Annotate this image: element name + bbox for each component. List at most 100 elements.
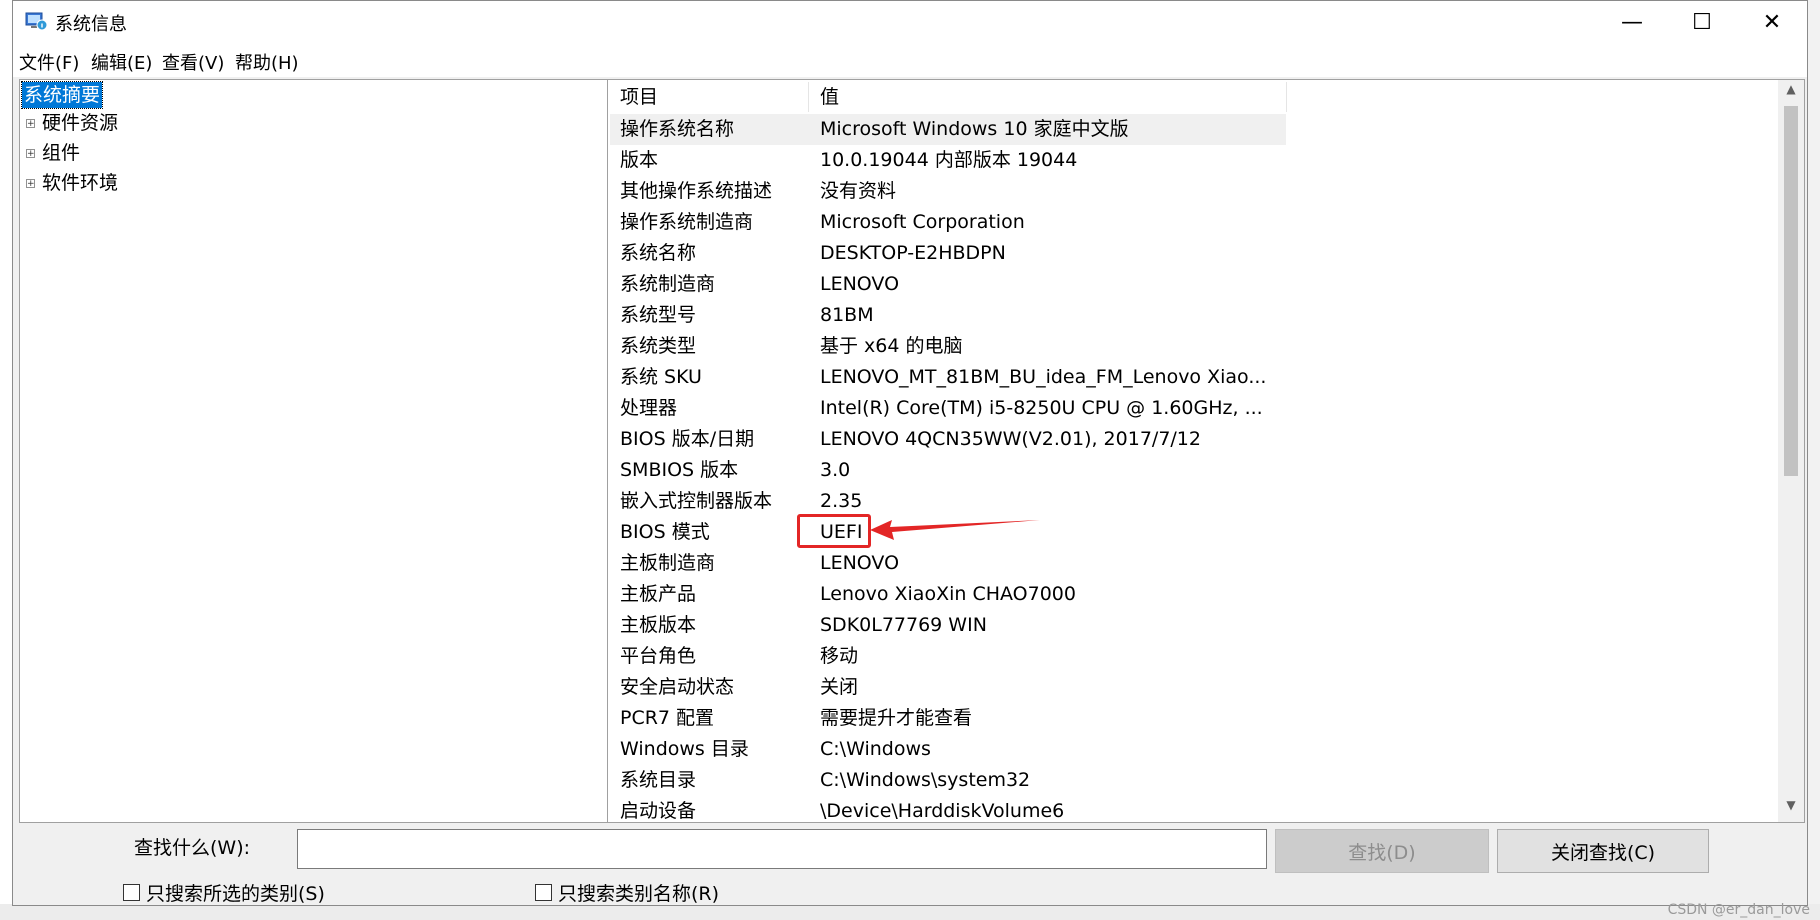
row-item-value: LENOVO — [820, 273, 900, 295]
row-item-name: 系统名称 — [620, 242, 697, 264]
table-row[interactable]: 系统型号 81BM — [610, 300, 1286, 331]
tree-item-components[interactable]: 组件 — [42, 140, 80, 166]
row-item-name: 主板制造商 — [620, 552, 716, 574]
row-item-value: DESKTOP-E2HBDPN — [820, 242, 1006, 264]
watermark: CSDN @er_dan_love — [1667, 902, 1810, 918]
row-item-name: 处理器 — [620, 397, 678, 419]
menu-help[interactable]: 帮助(H) — [235, 49, 299, 75]
scroll-thumb[interactable] — [1784, 106, 1798, 476]
table-row[interactable]: 主板版本 SDK0L77769 WIN — [610, 610, 1286, 641]
row-item-value: 关闭 — [820, 676, 859, 698]
table-row[interactable]: 系统 SKU LENOVO_MT_81BM_BU_idea_FM_Lenovo X… — [610, 362, 1286, 393]
title-bar[interactable]: 系统信息 — ☐ ✕ — [13, 1, 1807, 43]
find-button[interactable]: 查找(D) — [1275, 829, 1489, 873]
table-row[interactable]: 主板制造商 LENOVO — [610, 548, 1286, 579]
row-item-name: 系统 SKU — [620, 366, 702, 388]
row-item-value: 需要提升才能查看 — [820, 707, 973, 729]
row-item-name: 主板产品 — [620, 583, 697, 605]
table-row[interactable]: 主板产品 Lenovo XiaoXin CHAO7000 — [610, 579, 1286, 610]
row-item-name: 主板版本 — [620, 614, 697, 636]
row-item-name: 系统型号 — [620, 304, 697, 326]
expand-icon[interactable]: + — [26, 149, 35, 159]
checkbox[interactable] — [123, 884, 140, 901]
details-list[interactable]: 项目 值 操作系统名称 Microsoft Windows 10 家庭中文版版本 1… — [607, 79, 1805, 823]
category-tree[interactable]: 系统摘要 + 硬件资源 + 组件 + 软件环境 — [19, 79, 609, 823]
row-item-name: 其他操作系统描述 — [620, 180, 773, 202]
row-item-value: Intel(R) Core(TM) i5-8250U CPU @ 1.60GHz… — [820, 397, 1263, 419]
search-category-names-option[interactable]: 只搜索类别名称(R) — [535, 879, 719, 906]
row-item-name: 系统制造商 — [620, 273, 716, 295]
row-item-value: SDK0L77769 WIN — [820, 614, 987, 636]
menu-view[interactable]: 查看(V) — [162, 49, 224, 75]
table-row[interactable]: 其他操作系统描述 没有资料 — [610, 176, 1286, 207]
row-item-name: 操作系统制造商 — [620, 211, 754, 233]
row-item-name: PCR7 配置 — [620, 707, 715, 729]
row-item-name: BIOS 模式 — [620, 521, 710, 543]
table-row[interactable]: 操作系统名称 Microsoft Windows 10 家庭中文版 — [610, 114, 1286, 145]
table-row[interactable]: PCR7 配置 需要提升才能查看 — [610, 703, 1286, 734]
tree-item-software-environment[interactable]: 软件环境 — [42, 170, 118, 196]
search-selected-category-option[interactable]: 只搜索所选的类别(S) — [123, 879, 325, 906]
row-item-value: 基于 x64 的电脑 — [820, 335, 963, 357]
row-item-value: C:\Windows — [820, 738, 931, 760]
table-row[interactable]: BIOS 版本/日期 LENOVO 4QCN35WW(V2.01), 2017/7… — [610, 424, 1286, 455]
row-item-value: 没有资料 — [820, 180, 897, 202]
row-item-name: 启动设备 — [620, 800, 697, 822]
close-button[interactable]: ✕ — [1737, 1, 1807, 43]
column-divider[interactable] — [808, 82, 809, 112]
find-input[interactable] — [297, 829, 1267, 869]
table-row[interactable]: 处理器 Intel(R) Core(TM) i5-8250U CPU @ 1.60… — [610, 393, 1286, 424]
row-item-value: LENOVO_MT_81BM_BU_idea_FM_Lenovo Xiao... — [820, 366, 1267, 388]
system-info-app-icon — [25, 12, 47, 31]
row-item-value: \Device\HarddiskVolume6 — [820, 800, 1065, 822]
table-row[interactable]: Windows 目录 C:\Windows — [610, 734, 1286, 765]
tree-item-system-summary[interactable]: 系统摘要 — [20, 81, 104, 109]
checkbox-label: 只搜索类别名称(R) — [558, 883, 720, 905]
tree-item-hardware-resources[interactable]: 硬件资源 — [42, 110, 118, 136]
expand-icon[interactable]: + — [26, 119, 35, 129]
table-row[interactable]: 启动设备 \Device\HarddiskVolume6 — [610, 796, 1286, 822]
table-row[interactable]: 系统名称 DESKTOP-E2HBDPN — [610, 238, 1286, 269]
background-app-bottom — [0, 904, 1820, 920]
table-row[interactable]: 操作系统制造商 Microsoft Corporation — [610, 207, 1286, 238]
row-item-name: 系统类型 — [620, 335, 697, 357]
row-item-value: C:\Windows\system32 — [820, 769, 1031, 791]
checkbox[interactable] — [535, 884, 552, 901]
table-row[interactable]: 版本 10.0.19044 内部版本 19044 — [610, 145, 1286, 176]
row-item-name: 版本 — [620, 149, 659, 171]
annotation-arrow-icon — [870, 520, 1040, 540]
menu-edit[interactable]: 编辑(E) — [91, 49, 152, 75]
row-item-name: 安全启动状态 — [620, 676, 735, 698]
scroll-down-icon[interactable]: ▼ — [1778, 798, 1804, 820]
table-row[interactable]: 平台角色 移动 — [610, 641, 1286, 672]
row-item-name: 操作系统名称 — [620, 118, 735, 140]
table-row[interactable]: 系统制造商 LENOVO — [610, 269, 1286, 300]
maximize-button[interactable]: ☐ — [1667, 1, 1737, 43]
table-row[interactable]: 安全启动状态 关闭 — [610, 672, 1286, 703]
minimize-button[interactable]: — — [1597, 1, 1667, 43]
column-header-item[interactable]: 项目 — [620, 82, 659, 112]
row-item-name: SMBIOS 版本 — [620, 459, 739, 481]
window-title: 系统信息 — [55, 14, 127, 35]
row-item-name: 嵌入式控制器版本 — [620, 490, 773, 512]
menu-bar: 文件(F) 编辑(E) 查看(V) 帮助(H) — [13, 43, 1807, 77]
row-item-value: 10.0.19044 内部版本 19044 — [820, 149, 1078, 171]
row-item-name: Windows 目录 — [620, 738, 749, 760]
table-row[interactable]: SMBIOS 版本 3.0 — [610, 455, 1286, 486]
row-item-value: 81BM — [820, 304, 874, 326]
row-item-name: 系统目录 — [620, 769, 697, 791]
table-row[interactable]: 系统类型 基于 x64 的电脑 — [610, 331, 1286, 362]
column-header-value[interactable]: 值 — [820, 82, 840, 112]
close-find-button[interactable]: 关闭查找(C) — [1497, 829, 1709, 873]
row-item-value: 移动 — [820, 645, 859, 667]
annotation-highlight-box — [797, 514, 871, 548]
vertical-scrollbar[interactable]: ▲ ▼ — [1778, 80, 1804, 822]
row-item-value: 3.0 — [820, 459, 851, 481]
menu-file[interactable]: 文件(F) — [19, 49, 79, 75]
table-row[interactable]: 系统目录 C:\Windows\system32 — [610, 765, 1286, 796]
column-divider[interactable] — [1286, 82, 1287, 112]
row-item-name: BIOS 版本/日期 — [620, 428, 755, 450]
expand-icon[interactable]: + — [26, 179, 35, 189]
scroll-up-icon[interactable]: ▲ — [1778, 82, 1804, 104]
row-item-value: Microsoft Windows 10 家庭中文版 — [820, 118, 1129, 140]
